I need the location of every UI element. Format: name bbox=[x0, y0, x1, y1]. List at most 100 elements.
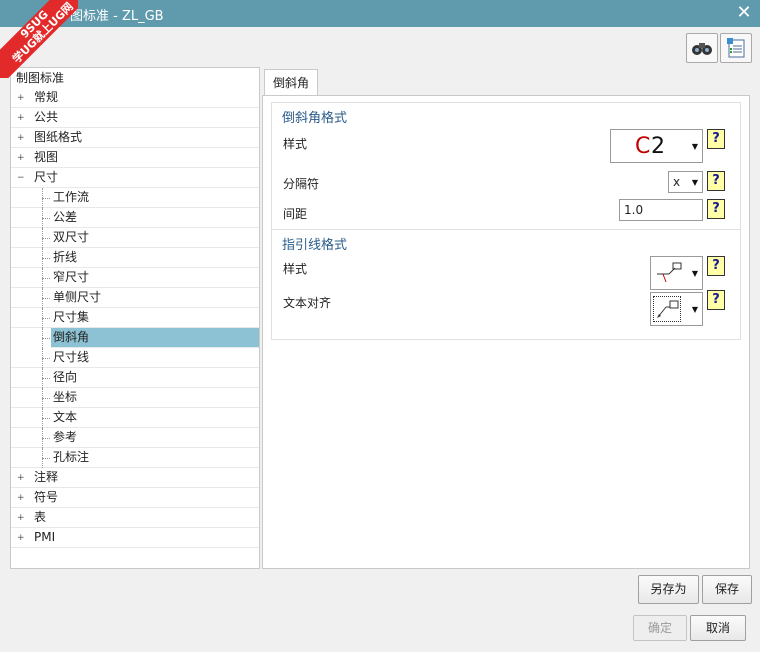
tree-item[interactable]: + PMI bbox=[11, 528, 259, 548]
text-align-icon bbox=[657, 300, 679, 318]
field-label: 样式 bbox=[283, 262, 308, 276]
tab-chamfer[interactable]: 倒斜角 bbox=[264, 69, 318, 96]
field-label: 样式 bbox=[283, 137, 308, 151]
help-icon[interactable]: ? bbox=[707, 256, 725, 276]
save-button[interactable]: 保存 bbox=[702, 575, 752, 604]
expand-icon[interactable]: + bbox=[17, 494, 25, 503]
chevron-down-icon: ▼ bbox=[691, 142, 698, 151]
help-icon[interactable]: ? bbox=[707, 199, 725, 219]
field-label: 间距 bbox=[283, 207, 308, 221]
tree-item-label: 常规 bbox=[34, 90, 59, 104]
tree-item[interactable]: 倒斜角 bbox=[42, 328, 259, 348]
help-icon[interactable]: ? bbox=[707, 290, 725, 310]
tree-item[interactable]: 双尺寸 bbox=[11, 228, 259, 248]
tree-item[interactable]: + 符号 bbox=[11, 488, 259, 508]
tree-item[interactable]: + 图纸格式 bbox=[11, 128, 259, 148]
tree-item-label: 工作流 bbox=[53, 190, 90, 204]
tree-item-label: 单侧尺寸 bbox=[53, 290, 102, 304]
expand-icon[interactable]: + bbox=[17, 114, 25, 123]
save-as-button[interactable]: 另存为 bbox=[638, 575, 699, 604]
tree-item-label: 视图 bbox=[34, 150, 59, 164]
tree-item-label: 参考 bbox=[53, 430, 78, 444]
expand-icon[interactable]: + bbox=[17, 534, 25, 543]
tree-item[interactable]: 文本 bbox=[11, 408, 259, 428]
tree-item[interactable]: 公差 bbox=[11, 208, 259, 228]
tree-item[interactable]: + 表 bbox=[11, 508, 259, 528]
tree-item-label: 公共 bbox=[34, 110, 59, 124]
chevron-down-icon: ▼ bbox=[691, 269, 698, 278]
list-document-icon bbox=[727, 38, 745, 58]
tree-item-label: 窄尺寸 bbox=[53, 270, 90, 284]
settings-list-button[interactable] bbox=[720, 33, 752, 63]
close-icon[interactable]: ✕ bbox=[734, 2, 754, 24]
watermark-logo: 9SUG 学UG就上UG网 bbox=[0, 0, 78, 78]
chevron-down-icon: ▼ bbox=[691, 178, 698, 187]
expand-icon[interactable]: + bbox=[17, 474, 25, 483]
help-icon[interactable]: ? bbox=[707, 171, 725, 191]
tree-item-label: 文本 bbox=[53, 410, 78, 424]
tree-item-label: 公差 bbox=[53, 210, 78, 224]
expand-icon[interactable]: + bbox=[17, 514, 25, 523]
find-button[interactable] bbox=[686, 33, 718, 63]
tree-item-label: 双尺寸 bbox=[53, 230, 90, 244]
tree-item[interactable]: 尺寸线 bbox=[11, 348, 259, 368]
leader-format-group: 指引线格式 样式 ▼ ? 文本对齐 ▼ ? bbox=[271, 230, 741, 340]
settings-panel: 倒斜角格式 样式 C 2 ▼ ? 分隔符 x ▼ ? 间距 1.0 ? 指引线格… bbox=[262, 95, 750, 569]
tree-item[interactable]: 参考 bbox=[11, 428, 259, 448]
separator-value: x bbox=[673, 175, 681, 189]
text-align-dropdown[interactable]: ▼ bbox=[650, 292, 703, 326]
tree-item-label: 尺寸 bbox=[34, 170, 59, 184]
tree-item[interactable]: 工作流 bbox=[11, 188, 259, 208]
tree-item[interactable]: + 公共 bbox=[11, 108, 259, 128]
tree-item[interactable]: 折线 bbox=[11, 248, 259, 268]
tree-item[interactable]: + 注释 bbox=[11, 468, 259, 488]
leader-style-dropdown[interactable]: ▼ bbox=[650, 256, 703, 290]
tree-item-label: 图纸格式 bbox=[34, 130, 83, 144]
group-title: 倒斜角格式 bbox=[282, 111, 348, 126]
tree-item[interactable]: 尺寸集 bbox=[11, 308, 259, 328]
tree-item-label: 符号 bbox=[34, 490, 59, 504]
tree-item-label: PMI bbox=[34, 530, 56, 544]
chamfer-format-group: 倒斜角格式 样式 C 2 ▼ ? 分隔符 x ▼ ? 间距 1.0 ? bbox=[271, 102, 741, 230]
tree-item[interactable]: − 尺寸 bbox=[11, 168, 259, 188]
chevron-down-icon: ▼ bbox=[691, 305, 698, 314]
tree-item[interactable]: + 常规 bbox=[11, 88, 259, 108]
tree-item[interactable]: 径向 bbox=[11, 368, 259, 388]
tree-item[interactable]: 窄尺寸 bbox=[11, 268, 259, 288]
watermark-band: 9SUG 学UG就上UG网 bbox=[0, 0, 78, 78]
expand-icon[interactable]: + bbox=[17, 94, 25, 103]
expand-icon[interactable]: + bbox=[17, 134, 25, 143]
leader-style-icon bbox=[657, 262, 682, 283]
separator-dropdown[interactable]: x ▼ bbox=[668, 171, 703, 193]
tree-item[interactable]: 坐标 bbox=[11, 388, 259, 408]
tree-item-label: 注释 bbox=[34, 470, 59, 484]
tree-item-label: 尺寸线 bbox=[53, 350, 90, 364]
tree-item-label: 倒斜角 bbox=[53, 330, 90, 344]
binoculars-icon bbox=[692, 43, 712, 55]
tree-item-label: 尺寸集 bbox=[53, 310, 90, 324]
tree-item-label: 孔标注 bbox=[53, 450, 90, 464]
tree-item[interactable]: 单侧尺寸 bbox=[11, 288, 259, 308]
field-label: 文本对齐 bbox=[283, 296, 332, 310]
tree-item[interactable]: 孔标注 bbox=[11, 448, 259, 468]
group-title: 指引线格式 bbox=[282, 238, 348, 253]
expand-icon[interactable]: + bbox=[17, 154, 25, 163]
chamfer-number-glyph: 2 bbox=[651, 134, 665, 159]
chamfer-c-glyph: C bbox=[635, 134, 651, 159]
collapse-icon[interactable]: − bbox=[17, 174, 25, 183]
focus-frame bbox=[653, 296, 681, 322]
tree-item-label: 坐标 bbox=[53, 390, 78, 404]
ok-button[interactable]: 确定 bbox=[633, 615, 687, 641]
category-tree: 制图标准 + 常规 + 公共 + 图纸格式 + 视图 − 尺寸 工作流 公差 双尺寸 折线 窄尺寸 单侧尺寸尺… bbox=[10, 67, 260, 569]
chamfer-style-dropdown[interactable]: C 2 ▼ bbox=[610, 129, 703, 163]
cancel-button[interactable]: 取消 bbox=[690, 615, 746, 641]
tree-item[interactable]: + 视图 bbox=[11, 148, 259, 168]
field-label: 分隔符 bbox=[283, 177, 320, 191]
tree-item-label: 折线 bbox=[53, 250, 78, 264]
help-icon[interactable]: ? bbox=[707, 129, 725, 149]
title-bar: 图标准 - ZL_GB ✕ bbox=[0, 0, 760, 27]
window-title: 图标准 - ZL_GB bbox=[70, 9, 164, 24]
tree-item-label: 表 bbox=[34, 510, 47, 524]
tree-item-label: 径向 bbox=[53, 370, 78, 384]
spacing-input[interactable]: 1.0 bbox=[619, 199, 703, 221]
